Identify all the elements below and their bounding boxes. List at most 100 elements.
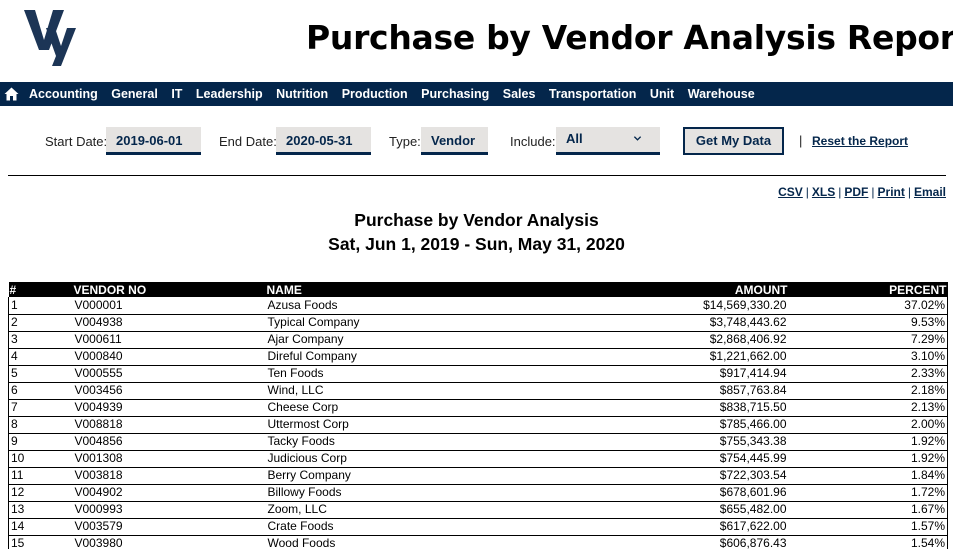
export-pdf-link[interactable]: PDF — [844, 185, 868, 199]
amount-cell: $1,221,662.00 — [605, 348, 789, 366]
nav-item-accounting[interactable]: Accounting — [29, 87, 98, 101]
nav-item-sales[interactable]: Sales — [503, 87, 536, 101]
end-date-input[interactable]: 2020-05-31 — [276, 127, 371, 155]
company-logo[interactable] — [22, 6, 78, 70]
rank-cell: 6 — [8, 382, 73, 400]
vendor-no-cell: V003456 — [72, 382, 266, 400]
vendor-no-cell: V000555 — [72, 365, 266, 383]
table-row[interactable]: 14 V003579 Crate Foods $617,622.00 1.57% — [8, 518, 948, 536]
vendor-name-cell: Billowy Foods — [265, 484, 606, 502]
nav-item-unit[interactable]: Unit — [650, 87, 674, 101]
vendor-name-cell: Crate Foods — [265, 518, 606, 536]
table-row[interactable]: 7 V004939 Cheese Corp $838,715.50 2.13% — [8, 399, 948, 417]
nav-item-transportation[interactable]: Transportation — [549, 87, 637, 101]
amount-cell: $617,622.00 — [605, 518, 789, 536]
rank-cell: 9 — [8, 433, 73, 451]
divider — [8, 175, 946, 176]
amount-cell: $14,569,330.20 — [605, 297, 789, 315]
vendor-no-cell: V004902 — [72, 484, 266, 502]
start-date-input[interactable]: 2019-06-01 — [106, 127, 201, 155]
include-select-value: All — [566, 130, 583, 146]
rank-cell: 5 — [8, 365, 73, 383]
percent-cell: 1.92% — [788, 433, 948, 451]
table-row[interactable]: 4 V000840 Direful Company $1,221,662.00 3.10… — [8, 348, 948, 366]
percent-cell: 1.67% — [788, 501, 948, 519]
vendor-no-cell: V000840 — [72, 348, 266, 366]
amount-cell: $606,876.43 — [605, 535, 789, 549]
percent-cell: 3.10% — [788, 348, 948, 366]
table-row[interactable]: 8 V008818 Uttermost Corp $785,466.00 2.00% — [8, 416, 948, 434]
percent-cell: 2.33% — [788, 365, 948, 383]
export-csv-link[interactable]: CSV — [778, 185, 803, 199]
table-row[interactable]: 6 V003456 Wind, LLC $857,763.84 2.18% — [8, 382, 948, 400]
include-select[interactable]: All — [556, 127, 660, 155]
nav-item-warehouse[interactable]: Warehouse — [688, 87, 755, 101]
vendor-name-cell: Ten Foods — [265, 365, 606, 383]
table-row[interactable]: 12 V004902 Billowy Foods $678,601.96 1.72% — [8, 484, 948, 502]
nav-item-nutrition[interactable]: Nutrition — [276, 87, 328, 101]
amount-cell: $655,482.00 — [605, 501, 789, 519]
vendor-name-cell: Wind, LLC — [265, 382, 606, 400]
export-xls-link[interactable]: XLS — [812, 185, 835, 199]
column-header-percent[interactable]: PERCENT — [788, 282, 948, 297]
filter-separator: | — [799, 133, 803, 148]
table-row[interactable]: 10 V001308 Judicious Corp $754,445.99 1.92% — [8, 450, 948, 468]
table-row[interactable]: 11 V003818 Berry Company $722,303.54 1.84% — [8, 467, 948, 485]
chevron-down-icon — [633, 135, 642, 141]
vendor-name-cell: Judicious Corp — [265, 450, 606, 468]
vendor-name-cell: Zoom, LLC — [265, 501, 606, 519]
table-row[interactable]: 13 V000993 Zoom, LLC $655,482.00 1.67% — [8, 501, 948, 519]
percent-cell: 9.53% — [788, 314, 948, 332]
report-title: Purchase by Vendor Analysis — [354, 210, 599, 230]
amount-cell: $678,601.96 — [605, 484, 789, 502]
vendor-table: # VENDOR NO NAME AMOUNT PERCENT 1 V000001… — [8, 282, 948, 549]
vendor-name-cell: Cheese Corp — [265, 399, 606, 417]
percent-cell: 37.02% — [788, 297, 948, 315]
percent-cell: 2.00% — [788, 416, 948, 434]
end-date-label: End Date: — [219, 134, 277, 149]
column-header-name[interactable]: NAME — [265, 282, 606, 297]
type-input[interactable]: Vendor — [421, 127, 488, 155]
percent-cell: 2.13% — [788, 399, 948, 417]
column-header-amount[interactable]: AMOUNT — [605, 282, 789, 297]
include-label: Include: — [510, 134, 556, 149]
table-row[interactable]: 1 V000001 Azusa Foods $14,569,330.20 37.02% — [8, 297, 948, 315]
rank-cell: 14 — [8, 518, 73, 536]
percent-cell: 1.54% — [788, 535, 948, 549]
vendor-no-cell: V004938 — [72, 314, 266, 332]
table-row[interactable]: 5 V000555 Ten Foods $917,414.94 2.33% — [8, 365, 948, 383]
rank-cell: 13 — [8, 501, 73, 519]
rank-cell: 15 — [8, 535, 73, 549]
separator: | — [805, 185, 809, 199]
percent-cell: 1.72% — [788, 484, 948, 502]
column-header-vendor-no[interactable]: VENDOR NO — [72, 282, 266, 297]
table-row[interactable]: 2 V004938 Typical Company $3,748,443.62 9.53… — [8, 314, 948, 332]
home-icon[interactable] — [2, 85, 20, 103]
print-link[interactable]: Print — [878, 185, 905, 199]
nav-item-leadership[interactable]: Leadership — [196, 87, 263, 101]
column-header-rank[interactable]: # — [8, 282, 73, 297]
page-title: Purchase by Vendor Analysis Report — [306, 18, 953, 57]
nav-item-purchasing[interactable]: Purchasing — [421, 87, 489, 101]
nav-item-general[interactable]: General — [111, 87, 158, 101]
separator: | — [871, 185, 875, 199]
vendor-no-cell: V001308 — [72, 450, 266, 468]
rank-cell: 3 — [8, 331, 73, 349]
vendor-name-cell: Uttermost Corp — [265, 416, 606, 434]
report-filters: Start Date: 2019-06-01 End Date: 2020-05… — [0, 127, 953, 155]
vendor-no-cell: V003579 — [72, 518, 266, 536]
main-nav: Accounting General IT Leadership Nutriti… — [0, 82, 953, 106]
reset-report-link[interactable]: Reset the Report — [812, 134, 908, 148]
email-link[interactable]: Email — [914, 185, 946, 199]
separator: | — [907, 185, 911, 199]
table-row[interactable]: 3 V000611 Ajar Company $2,868,406.92 7.29% — [8, 331, 948, 349]
vendor-name-cell: Typical Company — [265, 314, 606, 332]
get-my-data-button[interactable]: Get My Data — [683, 127, 784, 155]
nav-item-production[interactable]: Production — [342, 87, 408, 101]
nav-item-it[interactable]: IT — [171, 87, 182, 101]
rank-cell: 12 — [8, 484, 73, 502]
table-row[interactable]: 9 V004856 Tacky Foods $755,343.38 1.92% — [8, 433, 948, 451]
rank-cell: 8 — [8, 416, 73, 434]
table-row[interactable]: 15 V003980 Wood Foods $606,876.43 1.54% — [8, 535, 948, 549]
vendor-name-cell: Tacky Foods — [265, 433, 606, 451]
